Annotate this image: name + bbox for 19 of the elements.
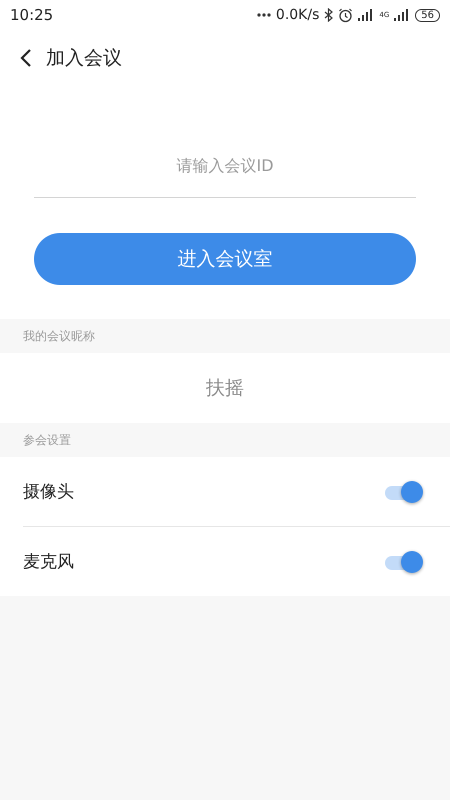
join-meeting-button[interactable]: 进入会议室	[34, 233, 416, 285]
toggle-switch[interactable]	[385, 550, 423, 574]
back-icon[interactable]	[20, 48, 32, 68]
setting-label: 麦克风	[23, 551, 74, 573]
more-dots-icon	[256, 13, 271, 17]
signal-icon	[358, 9, 374, 21]
page-title: 加入会议	[46, 46, 122, 71]
section-heading: 参会设置	[23, 432, 71, 448]
section-heading: 我的会议昵称	[23, 328, 95, 344]
setting-label: 摄像头	[23, 481, 74, 503]
nickname-value: 扶摇	[206, 376, 244, 401]
toggle-switch[interactable]	[385, 480, 423, 504]
bluetooth-icon	[324, 8, 334, 22]
network-speed: 0.0K/s	[276, 7, 320, 23]
alarm-icon	[338, 8, 354, 22]
signal-icon	[394, 9, 410, 21]
meeting-id-field[interactable]: 请输入会议ID	[34, 146, 416, 198]
battery-level: 56	[415, 8, 440, 22]
status-time: 10:25	[10, 6, 54, 24]
